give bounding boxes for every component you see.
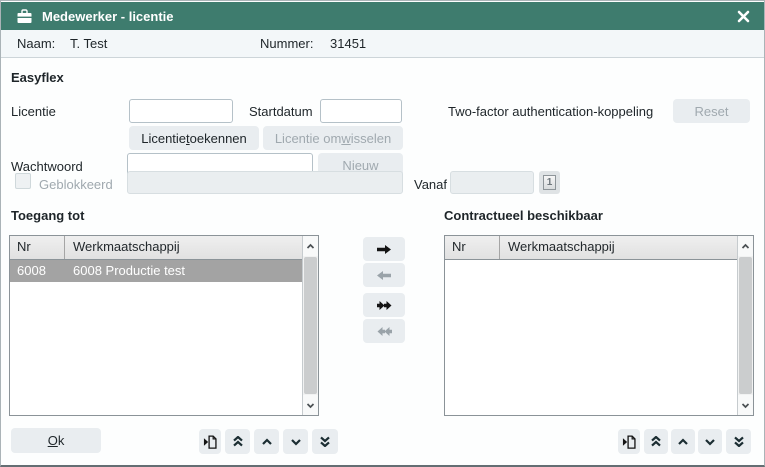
goto-record-icon bbox=[203, 434, 218, 450]
double-chevron-down-icon bbox=[319, 436, 331, 447]
column-header-werkmaatschappij: Werkmaatschappij bbox=[500, 236, 737, 259]
access-list-header: Nr Werkmaatschappij bbox=[10, 236, 302, 260]
calendar-day-glyph: 1 bbox=[543, 175, 556, 190]
nummer-label: Nummer: bbox=[260, 36, 313, 51]
contract-list-title: Contractueel beschikbaar bbox=[444, 208, 603, 224]
label-part: Licentie om bbox=[275, 131, 341, 146]
goto-record-button[interactable] bbox=[199, 429, 221, 454]
close-icon[interactable] bbox=[734, 7, 752, 25]
move-left-button[interactable] bbox=[363, 263, 405, 287]
previous-record-button[interactable] bbox=[671, 429, 695, 454]
dialog-medewerker-licentie: Medewerker - licentie Naam: T. Test Numm… bbox=[0, 0, 765, 467]
move-all-right-button[interactable] bbox=[363, 293, 405, 317]
label-part: isselen bbox=[351, 131, 391, 146]
naam-value: T. Test bbox=[70, 36, 107, 51]
chevron-up-icon bbox=[261, 438, 273, 446]
access-list: Nr Werkmaatschappij 6008 6008 Productie … bbox=[9, 235, 319, 416]
licentie-label: Licentie bbox=[11, 104, 56, 120]
move-right-button[interactable] bbox=[363, 237, 405, 261]
mnemonic: O bbox=[48, 433, 58, 448]
scrollbar-thumb[interactable] bbox=[739, 257, 752, 394]
label-part: k bbox=[58, 433, 65, 448]
calendar-icon[interactable]: 1 bbox=[539, 171, 560, 194]
first-record-button[interactable] bbox=[644, 429, 668, 454]
last-record-button[interactable] bbox=[312, 429, 338, 454]
licentie-toekennen-button[interactable]: Licentie toekennen bbox=[129, 126, 259, 150]
scroll-up-icon[interactable] bbox=[738, 236, 753, 256]
label-part: Licentie bbox=[141, 131, 186, 146]
licentie-input[interactable] bbox=[129, 99, 233, 123]
double-chevron-down-icon bbox=[733, 436, 745, 447]
startdatum-label: Startdatum bbox=[249, 104, 313, 120]
double-arrow-right-icon bbox=[376, 300, 393, 311]
geblokkeerd-checkbox[interactable] bbox=[15, 173, 31, 189]
scroll-down-icon[interactable] bbox=[303, 395, 318, 415]
double-chevron-up-icon bbox=[650, 436, 662, 447]
mnemonic: w bbox=[341, 131, 350, 146]
nummer-value: 31451 bbox=[330, 36, 366, 51]
column-header-nr: Nr bbox=[10, 236, 65, 259]
access-list-title: Toegang tot bbox=[11, 208, 84, 224]
vertical-scrollbar[interactable] bbox=[302, 236, 318, 415]
move-all-left-button[interactable] bbox=[363, 319, 405, 343]
chevron-down-icon bbox=[290, 438, 302, 446]
scroll-up-icon[interactable] bbox=[303, 236, 318, 256]
cell-werkmaatschappij: 6008 Productie test bbox=[65, 260, 302, 282]
licentie-omwisselen-button[interactable]: Licentie omwisselen bbox=[263, 126, 403, 150]
cell-nr: 6008 bbox=[10, 260, 65, 282]
goto-record-icon bbox=[622, 434, 637, 450]
goto-record-button[interactable] bbox=[618, 429, 640, 454]
vanaf-input bbox=[450, 171, 534, 194]
double-chevron-up-icon bbox=[232, 436, 244, 447]
column-header-nr: Nr bbox=[445, 236, 500, 259]
double-arrow-left-icon bbox=[376, 326, 393, 337]
chevron-down-icon bbox=[704, 438, 716, 446]
title-bar: Medewerker - licentie bbox=[1, 2, 764, 30]
contract-list-header: Nr Werkmaatschappij bbox=[445, 236, 737, 260]
scroll-down-icon[interactable] bbox=[738, 395, 753, 415]
table-row[interactable]: 6008 6008 Productie test bbox=[10, 260, 302, 282]
vertical-scrollbar[interactable] bbox=[737, 236, 753, 415]
vanaf-label: Vanaf bbox=[414, 177, 447, 193]
arrow-left-icon bbox=[376, 270, 392, 281]
previous-record-button[interactable] bbox=[254, 429, 279, 454]
label-part: oekennen bbox=[190, 131, 247, 146]
geblokkeerd-input bbox=[127, 171, 403, 194]
arrow-right-icon bbox=[376, 244, 392, 255]
naam-label: Naam: bbox=[17, 36, 55, 51]
geblokkeerd-label: Geblokkeerd bbox=[39, 177, 113, 193]
twofactor-label: Two-factor authentication-koppeling bbox=[448, 104, 653, 120]
column-header-werkmaatschappij: Werkmaatschappij bbox=[65, 236, 302, 259]
section-title-easyflex: Easyflex bbox=[11, 70, 64, 86]
reset-button[interactable]: Reset bbox=[673, 99, 750, 123]
toolbox-icon bbox=[16, 9, 33, 24]
contract-list: Nr Werkmaatschappij bbox=[444, 235, 754, 416]
scrollbar-thumb[interactable] bbox=[304, 257, 317, 394]
next-record-button[interactable] bbox=[698, 429, 722, 454]
next-record-button[interactable] bbox=[283, 429, 308, 454]
chevron-up-icon bbox=[677, 438, 689, 446]
last-record-button[interactable] bbox=[726, 429, 751, 454]
ok-button[interactable]: Ok bbox=[11, 428, 101, 453]
first-record-button[interactable] bbox=[225, 429, 250, 454]
startdatum-input[interactable] bbox=[320, 99, 402, 123]
window-title: Medewerker - licentie bbox=[42, 9, 174, 24]
header-row: Naam: T. Test Nummer: 31451 bbox=[1, 30, 764, 58]
